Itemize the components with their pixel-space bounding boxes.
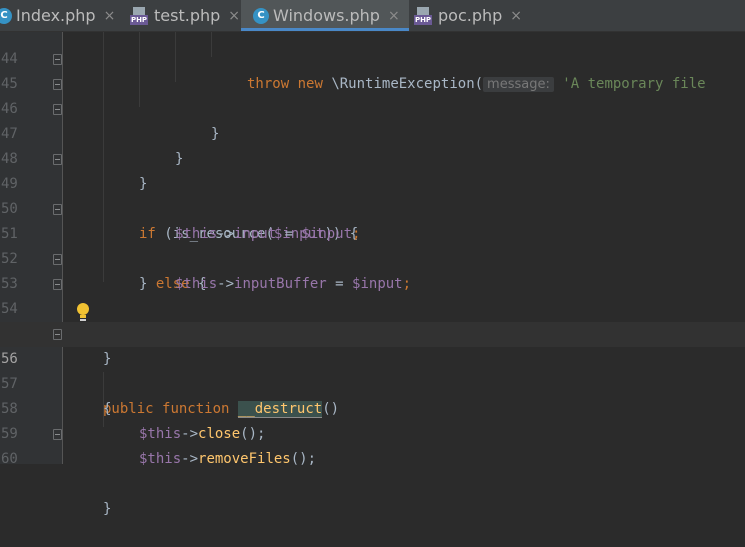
code-line-49[interactable]: 49 if (is_resource($input)) { bbox=[0, 147, 745, 242]
fold-end-icon[interactable] bbox=[53, 79, 62, 90]
fold-end-icon[interactable] bbox=[53, 429, 62, 440]
code-line-56-current[interactable]: 56 public function __destruct() bbox=[0, 322, 745, 418]
fold-start-icon[interactable] bbox=[53, 329, 62, 340]
fold-start-icon[interactable] bbox=[53, 204, 62, 215]
code-line-53[interactable]: 53 } bbox=[0, 247, 745, 342]
code-text: } bbox=[103, 501, 112, 517]
code-line-58[interactable]: 58 $this->close(); bbox=[0, 372, 745, 442]
code-text: $this->removeFiles(); bbox=[139, 451, 317, 467]
code-line-52[interactable]: 52 $this->inputBuffer = $input; bbox=[0, 222, 745, 292]
code-line-57[interactable]: 57 { bbox=[0, 347, 745, 417]
code-line-44[interactable]: 44 throw new \RuntimeException(message: … bbox=[0, 22, 745, 92]
fold-end-icon[interactable] bbox=[53, 254, 62, 265]
code-line-60[interactable]: 60 } bbox=[0, 422, 745, 517]
code-line-45[interactable]: 45 } bbox=[0, 47, 745, 142]
code-line-50[interactable]: 50 $this->input = $input; bbox=[0, 172, 745, 242]
fold-end-icon[interactable] bbox=[53, 54, 62, 65]
code-line-59[interactable]: 59 $this->removeFiles(); bbox=[0, 397, 745, 467]
code-line-54[interactable]: 54 } bbox=[0, 272, 745, 367]
fold-end-icon[interactable] bbox=[53, 279, 62, 290]
fold-start-icon[interactable] bbox=[53, 154, 62, 165]
code-line-51[interactable]: 51 } else { bbox=[0, 197, 745, 292]
lightbulb-icon[interactable] bbox=[76, 302, 90, 322]
fold-end-icon[interactable] bbox=[53, 104, 62, 115]
code-line-48[interactable]: 48 bbox=[0, 122, 745, 167]
code-line-55[interactable]: 55 bbox=[0, 297, 745, 342]
code-line-47[interactable]: 47 } bbox=[0, 97, 745, 192]
code-line-46[interactable]: 46 } bbox=[0, 72, 745, 167]
line-number: 60 bbox=[1, 451, 18, 467]
